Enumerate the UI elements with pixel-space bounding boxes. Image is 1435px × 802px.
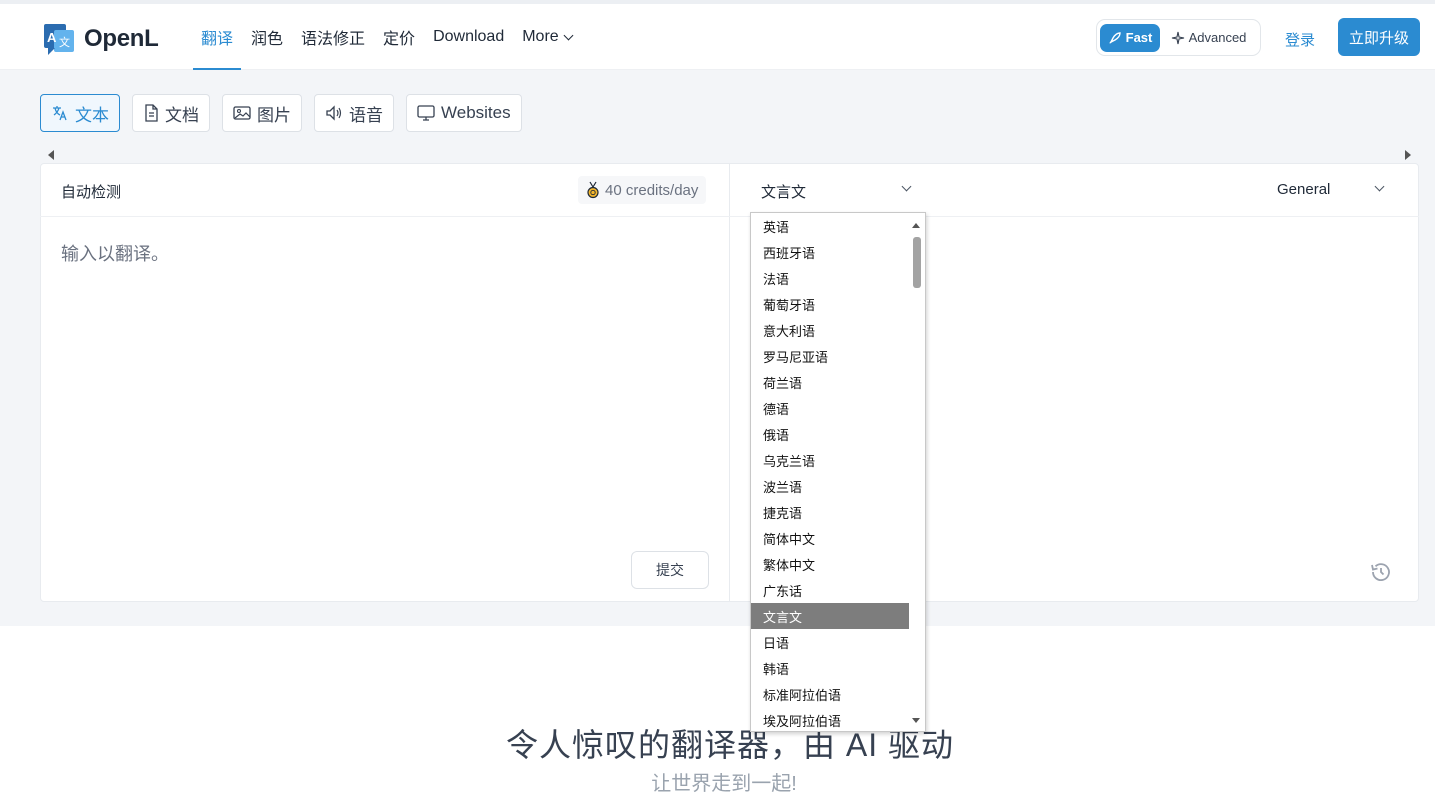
nav-download[interactable]: Download <box>425 4 512 70</box>
speaker-icon <box>326 105 342 121</box>
rocket-icon <box>1109 31 1121 44</box>
svg-text:A: A <box>47 30 57 45</box>
language-option[interactable]: 法语 <box>751 265 910 291</box>
language-dropdown-list: 英语 西班牙语 法语 葡萄牙语 意大利语 罗马尼亚语 荷兰语 德语 俄语 乌克兰语 波兰语 捷克语 简体… <box>750 212 926 732</box>
nav-grammar[interactable]: 语法修正 <box>293 4 373 70</box>
tab-audio[interactable]: 语音 <box>314 94 394 132</box>
language-option[interactable]: 波兰语 <box>751 473 910 499</box>
tab-text-label: 文本 <box>75 105 109 125</box>
dropdown-scrollbar[interactable] <box>909 213 925 731</box>
mode-advanced-label: Advanced <box>1188 30 1247 45</box>
translate-icon <box>53 106 67 121</box>
tab-websites-label: Websites <box>441 103 511 122</box>
source-text-input[interactable]: 输入以翻译。 <box>61 240 169 266</box>
tab-audio-label: 语音 <box>349 105 383 125</box>
tab-text[interactable]: 文本 <box>40 94 120 132</box>
nav-more-label: More <box>522 28 559 45</box>
language-option[interactable]: 繁体中文 <box>751 551 910 577</box>
nav-download-label: Download <box>433 28 505 45</box>
nav-polish-label: 润色 <box>251 31 284 48</box>
submit-button[interactable]: 提交 <box>631 551 709 589</box>
nav-grammar-label: 语法修正 <box>301 31 366 48</box>
history-icon[interactable] <box>1369 560 1393 589</box>
panel-divider <box>729 163 730 602</box>
mode-switch: Fast Advanced <box>1096 19 1261 56</box>
hero-title: 令人惊叹的翻译器，由 AI 驱动 <box>505 727 955 763</box>
tab-image-label: 图片 <box>257 105 291 125</box>
language-option[interactable]: 埃及阿拉伯语 <box>751 707 910 731</box>
nav-pricing[interactable]: 定价 <box>375 4 423 70</box>
scrollbar-thumb[interactable] <box>913 237 921 288</box>
main-nav: 翻译 润色 语法修正 定价 Download More <box>193 4 582 71</box>
scroll-down-arrow[interactable] <box>912 718 920 723</box>
mode-advanced-button[interactable]: Advanced <box>1160 24 1257 52</box>
language-option[interactable]: 简体中文 <box>751 525 910 551</box>
language-option[interactable]: 葡萄牙语 <box>751 291 910 317</box>
image-icon <box>233 106 251 120</box>
nav-pricing-label: 定价 <box>383 31 416 48</box>
language-option[interactable]: 文言文 <box>751 603 910 629</box>
language-option[interactable]: 标准阿拉伯语 <box>751 681 910 707</box>
tab-image[interactable]: 图片 <box>222 94 302 132</box>
tab-websites[interactable]: Websites <box>406 94 522 132</box>
tab-document[interactable]: 文档 <box>132 94 210 132</box>
document-icon <box>145 104 158 122</box>
login-link[interactable]: 登录 <box>1285 29 1315 50</box>
credits-label: 40 credits/day <box>605 181 699 199</box>
monitor-icon <box>417 105 435 121</box>
language-option[interactable]: 英语 <box>751 213 910 239</box>
language-option[interactable]: 捷克语 <box>751 499 910 525</box>
mode-fast-label: Fast <box>1125 30 1153 45</box>
scroll-right-arrow[interactable] <box>1405 150 1411 160</box>
logo[interactable]: A 文 OpenL <box>42 22 159 56</box>
nav-translate[interactable]: 翻译 <box>193 4 242 71</box>
language-option[interactable]: 广东话 <box>751 577 910 603</box>
language-option[interactable]: 荷兰语 <box>751 369 910 395</box>
source-language-select[interactable]: 自动检测 <box>61 181 121 202</box>
tab-document-label: 文档 <box>165 105 199 125</box>
language-option[interactable]: 日语 <box>751 629 910 655</box>
nav-translate-label: 翻译 <box>201 31 234 48</box>
nav-more[interactable]: More <box>514 4 579 70</box>
chevron-down-icon <box>563 30 574 40</box>
mode-fast-button[interactable]: Fast <box>1100 23 1160 52</box>
scroll-up-arrow[interactable] <box>912 223 920 228</box>
brand-name: OpenL <box>84 25 159 52</box>
logo-icon: A 文 <box>42 22 76 56</box>
panel-header-divider <box>40 216 1419 217</box>
language-option[interactable]: 西班牙语 <box>751 239 910 265</box>
scroll-left-arrow[interactable] <box>48 150 54 160</box>
credits-badge: 40 credits/day <box>578 176 707 204</box>
style-select[interactable]: General <box>1277 181 1330 198</box>
language-option[interactable]: 俄语 <box>751 421 910 447</box>
language-option[interactable]: 德语 <box>751 395 910 421</box>
input-type-tabs: 文本 文档 图片 语音 Websites <box>40 94 522 132</box>
hero-subtitle: 让世界走到一起! <box>651 773 797 795</box>
target-language-select[interactable]: 文言文 <box>761 181 806 202</box>
language-option[interactable]: 意大利语 <box>751 317 910 343</box>
navbar: A 文 OpenL 翻译 润色 语法修正 定价 Download More Fa… <box>0 4 1435 71</box>
medal-icon <box>587 181 599 199</box>
svg-text:文: 文 <box>59 35 70 49</box>
sparkle-icon <box>1171 31 1184 44</box>
language-option[interactable]: 韩语 <box>751 655 910 681</box>
language-option[interactable]: 罗马尼亚语 <box>751 343 910 369</box>
nav-polish[interactable]: 润色 <box>243 4 291 70</box>
language-option[interactable]: 乌克兰语 <box>751 447 910 473</box>
upgrade-button[interactable]: 立即升级 <box>1338 18 1420 56</box>
